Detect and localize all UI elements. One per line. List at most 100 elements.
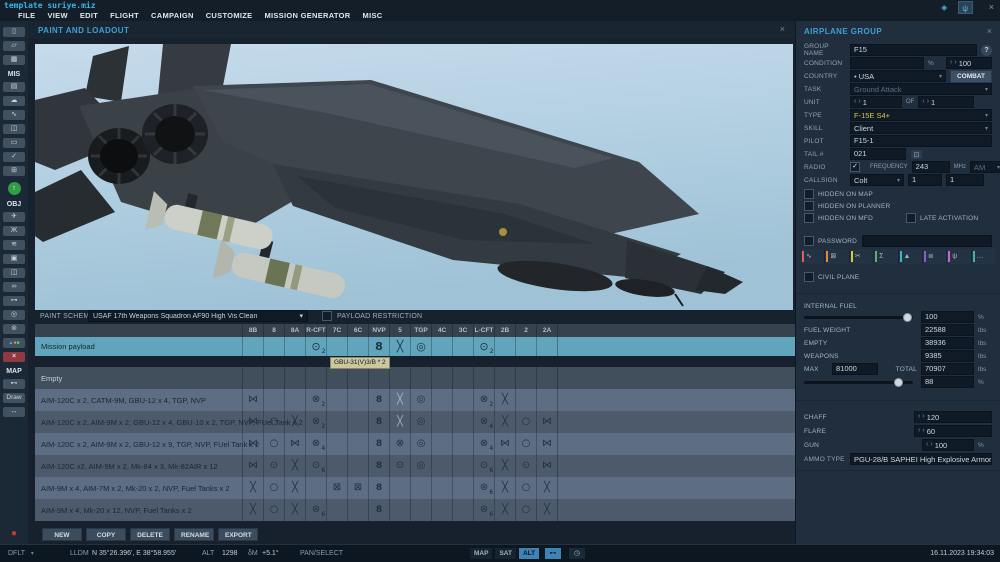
decrement-icon[interactable]: ‹ — [918, 426, 920, 436]
decrement-icon[interactable]: ‹ — [854, 97, 856, 107]
add-airplane-button[interactable]: ✈ — [3, 212, 25, 222]
mission-generator-button[interactable]: ⊞ — [3, 166, 25, 176]
menu-campaign[interactable]: CAMPAIGN — [151, 11, 194, 20]
station-8b[interactable] — [242, 337, 263, 356]
condition-field[interactable] — [850, 57, 924, 69]
slider-knob[interactable] — [903, 313, 913, 322]
preset-row[interactable]: AIM-120C x 2, AIM-9M x 2, GBU-12 x 9, TG… — [35, 433, 795, 455]
close-icon[interactable]: × — [989, 1, 994, 14]
station-8[interactable] — [263, 367, 284, 389]
preset-row[interactable]: AIM-9M x 4, Mk-20 x 12, NVP, Fuel Tanks … — [35, 499, 795, 521]
station-2[interactable]: ○ — [515, 499, 536, 521]
3d-viewport[interactable] — [35, 44, 793, 310]
cut-icon[interactable]: ✂ — [849, 249, 874, 264]
station-5[interactable]: ⊙ — [389, 455, 410, 477]
radio-checkbox[interactable]: ✓ — [850, 162, 860, 172]
weapons-weight-field[interactable]: 9385 — [921, 350, 974, 362]
station-r-cft[interactable]: ⊙ 2 — [305, 337, 326, 356]
station-8[interactable]: ○ — [263, 411, 284, 433]
hidden-on-mfd-checkbox[interactable] — [804, 213, 814, 223]
condition-stepper[interactable]: ‹ › 100 — [946, 57, 992, 69]
station-r-cft[interactable]: ⊛ 6 — [305, 499, 326, 521]
measure-icon[interactable]: ⊷ — [545, 548, 561, 559]
delete-object-icon[interactable]: × — [3, 352, 25, 362]
station-4c[interactable] — [431, 411, 452, 433]
station-8a[interactable] — [284, 367, 305, 389]
station-7c[interactable] — [326, 411, 347, 433]
load-slider[interactable] — [804, 376, 917, 388]
preset-row[interactable]: AIM-120C x 2, AIM-9M x 2, GBU-12 x 4, GB… — [35, 411, 795, 433]
menu-customize[interactable]: CUSTOMIZE — [206, 11, 253, 20]
layer-toggle-sat[interactable]: SAT — [495, 548, 516, 559]
station-3c[interactable] — [452, 411, 473, 433]
preset-row[interactable]: AIM-120C x2, AIM-9M x 2, Mk-84 x 3, Mk-8… — [35, 455, 795, 477]
station-l-cft[interactable]: ⊛ 6 — [473, 499, 494, 521]
layer-toggle-map[interactable]: MAP — [470, 548, 493, 559]
station-tgp[interactable]: ◎ — [410, 411, 431, 433]
add-zone-button[interactable]: ◎ — [3, 310, 25, 320]
station-2b[interactable]: ╳ — [494, 411, 515, 433]
station-2b[interactable]: ╳ — [494, 455, 515, 477]
antenna-icon[interactable]: ψ — [947, 249, 971, 264]
measure-tool-button[interactable]: ↔ — [3, 407, 25, 417]
chaff-stepper[interactable]: ‹ › 120 — [914, 411, 992, 423]
station-2a[interactable]: ╳ — [536, 477, 557, 499]
add-point-button[interactable]: ⊶ — [3, 296, 25, 306]
station-nvp[interactable]: 8 — [368, 477, 389, 499]
station-2a[interactable]: ⋈ — [536, 455, 557, 477]
password-field[interactable] — [862, 235, 992, 247]
station-nvp[interactable]: 8 — [368, 411, 389, 433]
station-3c[interactable] — [452, 367, 473, 389]
station-7c[interactable] — [326, 337, 347, 356]
decrement-icon[interactable]: ‹ — [922, 97, 924, 107]
station-tgp[interactable] — [410, 499, 431, 521]
menu-flight[interactable]: FLIGHT — [110, 11, 139, 20]
load-percent-field[interactable]: 88 — [921, 376, 974, 388]
station-8[interactable]: ○ — [263, 477, 284, 499]
rename-button[interactable]: RENAME — [174, 528, 214, 541]
add-helicopter-button[interactable]: Ж — [3, 226, 25, 236]
total-weight-field[interactable]: 70907 — [921, 363, 974, 375]
station-2a[interactable] — [536, 367, 557, 389]
modulation-dropdown[interactable]: AM ▾ — [970, 161, 1000, 173]
station-2[interactable] — [515, 367, 536, 389]
station-7c[interactable] — [326, 367, 347, 389]
civil-plane-checkbox[interactable] — [804, 272, 814, 282]
station-8a[interactable] — [284, 389, 305, 411]
station-4c[interactable] — [431, 433, 452, 455]
station-8a[interactable]: ⋈ — [284, 433, 305, 455]
preset-row[interactable]: Empty — [35, 367, 795, 389]
station-4c[interactable] — [431, 389, 452, 411]
unit-count-stepper[interactable]: ‹ › 1 — [850, 96, 902, 108]
more-icon[interactable]: … — [971, 249, 995, 264]
station-2[interactable]: ⊙ — [515, 455, 536, 477]
open-mission-button[interactable]: ▱ — [3, 41, 25, 51]
station-l-cft[interactable]: ⊗ 4 — [473, 411, 494, 433]
pilot-field[interactable]: F15-1 — [850, 135, 992, 147]
add-static-button[interactable]: ◫ — [3, 268, 25, 278]
station-8[interactable]: ⊙ — [263, 455, 284, 477]
station-3c[interactable] — [452, 337, 473, 356]
menu-misc[interactable]: MISC — [363, 11, 383, 20]
station-2a[interactable]: ⋈ — [536, 411, 557, 433]
station-r-cft[interactable]: ⊗ 4 — [305, 433, 326, 455]
decrement-icon[interactable]: ‹ — [926, 440, 928, 450]
add-ship-button[interactable]: ≋ — [3, 240, 25, 250]
add-vehicle-button[interactable]: ▣ — [3, 254, 25, 264]
preset-row[interactable]: AIM-120C x 2, CATM-9M, GBU-12 x 4, TGP, … — [35, 389, 795, 411]
station-6c[interactable] — [347, 411, 368, 433]
close-icon[interactable]: × — [780, 25, 785, 34]
station-2a[interactable]: ⋈ — [536, 433, 557, 455]
goals-button[interactable]: ✓ — [3, 152, 25, 162]
increment-icon[interactable]: › — [922, 412, 924, 422]
station-4c[interactable] — [431, 477, 452, 499]
station-2[interactable]: ○ — [515, 411, 536, 433]
station-3c[interactable] — [452, 499, 473, 521]
gun-stepper[interactable]: ‹ › 100 — [922, 439, 974, 451]
station-r-cft[interactable]: ⊙ 6 — [305, 455, 326, 477]
station-8a[interactable]: ╳ — [284, 455, 305, 477]
draw-tool-button[interactable]: Draw — [3, 393, 25, 403]
add-template-button[interactable]: ⊚ — [3, 324, 25, 334]
skill-dropdown[interactable]: Client ▾ — [850, 122, 992, 134]
station-tgp[interactable]: ◎ — [410, 433, 431, 455]
